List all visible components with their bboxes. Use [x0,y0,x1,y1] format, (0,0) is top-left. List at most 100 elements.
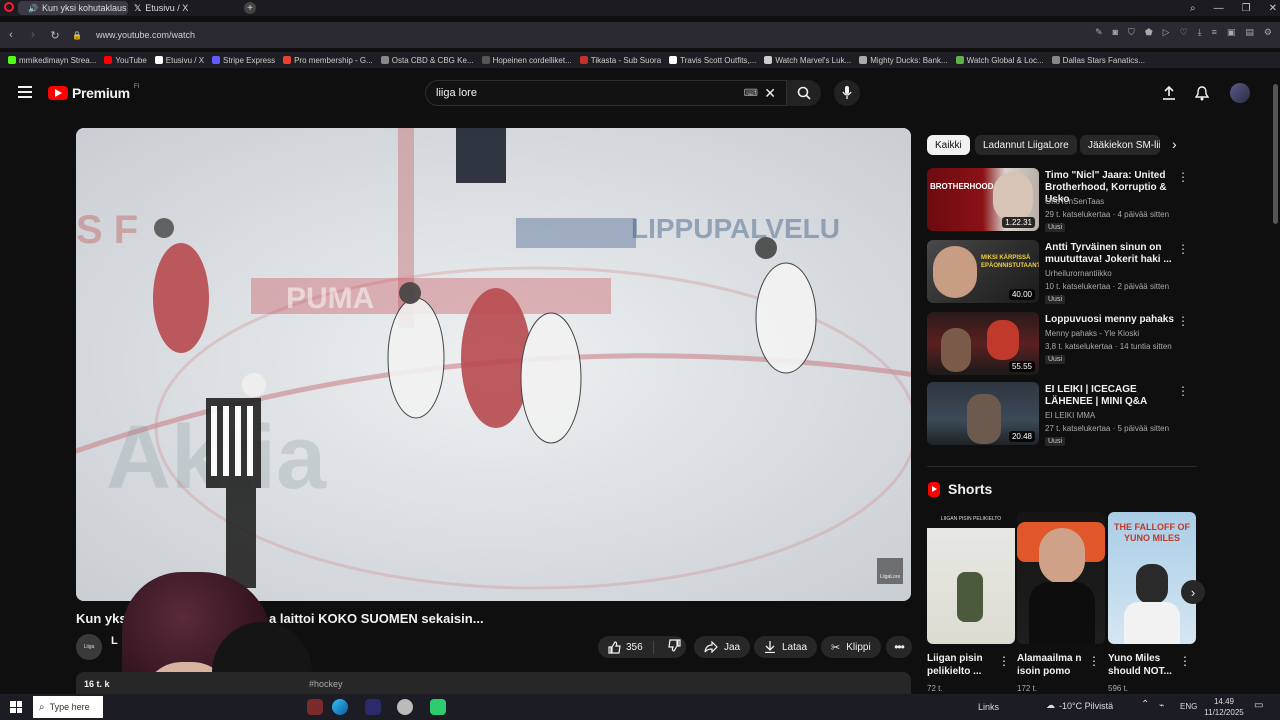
tray-chevron-icon[interactable]: ⌃ [1141,699,1149,710]
bookmark-item[interactable]: Osta CBD & CBG Ke... [380,56,474,65]
video-thumbnail[interactable]: MIKSI KÄRPISSÄ EPÄONNISTUTAAN? 40.00 [927,240,1039,303]
channel-name[interactable]: OhoTenSenTaas [1045,197,1104,206]
bookmark-item[interactable]: Etusivu / X [154,56,204,65]
more-vertical-icon[interactable]: ⋮ [1177,384,1189,398]
recommendation-item[interactable]: MIKSI KÄRPISSÄ EPÄONNISTUTAAN? 40.00 Ant… [927,240,1197,306]
video-thumbnail[interactable]: BROTHERHOOD 1.22.31 [927,168,1039,231]
video-thumbnail[interactable]: 20.48 [927,382,1039,445]
heart-icon[interactable]: ♡ [1180,27,1188,38]
tab-youtube-video[interactable]: 🔊 Kun yksi kohutaklaus [18,1,128,15]
description-box[interactable]: 16 t. k #hockey [76,672,911,694]
language-indicator[interactable]: ENG [1180,702,1197,711]
short-title[interactable]: Liigan pisin pelikielto ... [927,652,1002,678]
search-tabs-icon[interactable]: ⌕ [1190,3,1196,14]
video-thumbnail[interactable]: 55.55 [927,312,1039,375]
channel-name[interactable]: Menny pahaks - Yle Kioski [1045,329,1139,338]
taskbar-app-icon[interactable] [397,699,413,715]
shield-icon[interactable]: ⛉ [1128,27,1135,38]
settings-icon[interactable]: ⚙ [1264,27,1272,38]
chip-all[interactable]: Kaikki [927,135,970,155]
shorts-next-button[interactable]: › [1181,580,1205,604]
dislike-button[interactable] [660,639,681,655]
forward-icon[interactable]: › [22,29,44,41]
short-thumbnail[interactable] [1017,512,1105,644]
taskbar-app-icon[interactable] [430,699,446,715]
bookmark-item[interactable]: Travis Scott Outfits,... [669,56,756,65]
more-vertical-icon[interactable]: ⋮ [1177,170,1189,184]
close-window-icon[interactable]: ✕ [1269,3,1277,14]
bookmark-item[interactable]: Tikasta - Sub Suora [579,56,661,65]
channel-avatar[interactable]: Liiga [76,634,102,660]
url-field[interactable]: www.youtube.com/watch [96,30,195,40]
taskbar-search-box[interactable]: ⌕ Type here [33,696,103,718]
keyboard-icon[interactable]: ⌨ [744,88,758,99]
windows-start-icon[interactable] [10,701,22,713]
channel-name[interactable]: Urheilurornantiikko [1045,269,1112,278]
network-icon[interactable]: ⌁ [1159,700,1164,711]
like-button[interactable]: 356 [598,640,654,654]
bookmark-item[interactable]: Watch Marvel's Luk... [764,56,851,65]
notification-center-icon[interactable]: ▭ [1254,700,1263,711]
reload-icon[interactable]: ↻ [44,29,66,42]
clip-button[interactable]: ✂ Klippi [821,636,881,658]
new-tab-icon[interactable]: + [244,2,256,14]
bookmark-item[interactable]: Watch Global & Loc... [955,56,1044,65]
youtube-logo[interactable]: Premium FI [48,84,139,101]
more-vertical-icon[interactable]: ⋮ [1179,654,1191,668]
bookmark-item[interactable]: Dallas Stars Fanatics... [1051,56,1145,65]
video-title[interactable]: EI LEIKI | ICECAGE LÄHENEE | MINI Q&A [1045,384,1180,408]
extension-icon[interactable]: ⬟ [1145,27,1153,38]
video-title[interactable]: Antti Tyrväinen sinun on muututtava! Jok… [1045,242,1180,266]
more-vertical-icon[interactable]: ⋮ [998,654,1010,668]
edge-icon[interactable] [332,699,348,715]
short-title[interactable]: Yuno Miles should NOT... [1108,652,1183,678]
recommendation-item[interactable]: BROTHERHOOD 1.22.31 Timo "Nicl" Jaara: U… [927,168,1197,234]
short-thumbnail[interactable]: THE FALLOFF OF YUNO MILES [1108,512,1196,644]
back-icon[interactable]: ‹ [0,29,22,41]
restore-icon[interactable]: ❐ [1242,3,1251,14]
download-icon[interactable]: ⤓ [1198,27,1202,38]
sidebar-icon[interactable]: ▤ [1245,27,1254,38]
edit-icon[interactable]: ✎ [1095,27,1103,38]
voice-search-button[interactable] [834,80,860,106]
description-hashtag[interactable]: #hockey [309,679,343,689]
bookmark-item[interactable]: Stripe Express [212,56,275,65]
more-vertical-icon[interactable]: ⋮ [1177,314,1189,328]
video-title[interactable]: Loppuvuosi menny pahaks [1045,314,1180,326]
more-vertical-icon[interactable]: ⋮ [1088,654,1100,668]
bookmark-item[interactable]: mmikedimayn Strea... [8,56,96,65]
clear-search-icon[interactable]: ✕ [764,85,776,102]
bookmark-item[interactable]: Mighty Ducks: Bank... [859,56,948,65]
bookmark-item[interactable]: Hopeinen cordelliket... [481,56,572,65]
audio-icon[interactable]: 🔊 [28,4,38,13]
play-icon[interactable]: ▷ [1163,27,1170,38]
chips-next-icon[interactable]: › [1172,136,1177,152]
chip-liiga[interactable]: Jääkiekon SM-lii [1080,135,1160,155]
hamburger-menu-icon[interactable] [18,86,32,98]
tab-x[interactable]: 𝕏 Etusivu / X [128,1,238,15]
download-button[interactable]: Lataa [754,636,818,658]
video-player[interactable]: S F LIPPUPALVELU PUMA Aktia [76,128,911,601]
search-button[interactable] [787,80,821,106]
notifications-bell-icon[interactable] [1194,86,1210,106]
clock[interactable]: 14.49 11/12/2025 [1204,696,1244,718]
share-button[interactable]: Jaa [694,636,751,658]
weather-widget[interactable]: ☁ -10°C Pilvistä [1046,700,1113,711]
links-toolbar[interactable]: Links [978,702,999,712]
taskbar-app-icon[interactable] [307,699,323,715]
bookmark-item[interactable]: YouTube [104,56,147,65]
account-avatar[interactable] [1230,83,1250,103]
more-vertical-icon[interactable]: ⋮ [1177,242,1189,256]
upload-icon[interactable] [1162,85,1176,105]
browser-menu-icon[interactable] [0,0,18,17]
recommendation-item[interactable]: 20.48 EI LEIKI | ICECAGE LÄHENEE | MINI … [927,382,1197,448]
menu-icon[interactable]: ≡ [1212,27,1217,38]
wallet-icon[interactable]: ▣ [1227,27,1236,38]
camera-icon[interactable]: ◙ [1113,27,1118,38]
bookmark-item[interactable]: Pro membership - G... [283,56,373,65]
opera-gx-icon[interactable] [365,699,381,715]
channel-name[interactable]: EI LEIKI MMA [1045,411,1095,420]
search-input[interactable]: liiga lore [436,87,477,99]
chip-uploaded-by[interactable]: Ladannut LiigaLore [975,135,1077,155]
minimize-icon[interactable]: — [1214,3,1224,14]
